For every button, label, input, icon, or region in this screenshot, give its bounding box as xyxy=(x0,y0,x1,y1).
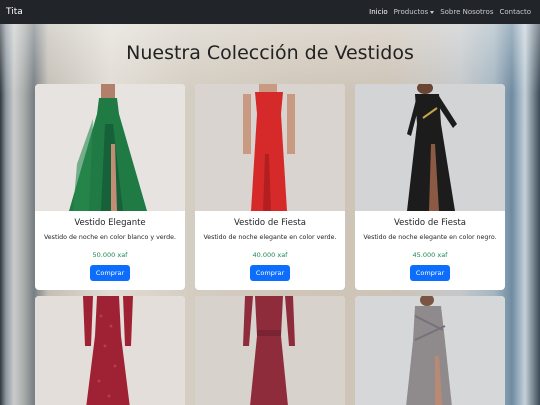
brand-logo[interactable]: Tita xyxy=(6,7,23,17)
product-price: 40.000 xaf xyxy=(252,251,288,259)
product-title: Vestido de Fiesta xyxy=(394,218,466,228)
product-card xyxy=(35,296,185,405)
product-image xyxy=(355,84,505,211)
product-card xyxy=(355,296,505,405)
nav-link-inicio[interactable]: Inicio xyxy=(366,8,391,16)
product-description: Vestido de noche elegante en color verde… xyxy=(203,234,337,241)
card-body: Vestido de Fiesta Vestido de noche elega… xyxy=(195,211,345,290)
caret-down-icon xyxy=(430,10,435,14)
nav-link-productos-label: Productos xyxy=(393,8,429,16)
product-card: Vestido de Fiesta Vestido de noche elega… xyxy=(195,84,345,290)
product-image xyxy=(195,296,345,405)
product-title: Vestido Elegante xyxy=(74,218,146,228)
navbar: Tita Inicio Productos Sobre Nosotros Con… xyxy=(0,0,540,24)
page-title: Nuestra Colección de Vestidos xyxy=(126,42,414,64)
nav-link-productos[interactable]: Productos xyxy=(391,8,438,16)
buy-button[interactable]: Comprar xyxy=(89,265,131,281)
product-description: Vestido de noche en color blanco y verde… xyxy=(43,234,177,241)
nav-link-contacto[interactable]: Contacto xyxy=(496,8,534,16)
product-image xyxy=(355,296,505,405)
product-description: Vestido de noche elegante en color negro… xyxy=(363,234,497,241)
product-card: Vestido Elegante Vestido de noche en col… xyxy=(35,84,185,290)
product-image xyxy=(35,84,185,211)
product-price: 50.000 xaf xyxy=(92,251,128,259)
nav-link-sobre-nosotros[interactable]: Sobre Nosotros xyxy=(437,8,496,16)
card-body: Vestido de Fiesta Vestido de noche elega… xyxy=(355,211,505,290)
nav-links: Inicio Productos Sobre Nosotros Contacto xyxy=(366,8,534,16)
buy-button[interactable]: Comprar xyxy=(409,265,451,281)
product-card xyxy=(195,296,345,405)
product-card: Vestido de Fiesta Vestido de noche elega… xyxy=(355,84,505,290)
product-title: Vestido de Fiesta xyxy=(234,218,306,228)
card-body: Vestido Elegante Vestido de noche en col… xyxy=(35,211,185,290)
product-price: 45.000 xaf xyxy=(412,251,448,259)
buy-button[interactable]: Comprar xyxy=(249,265,291,281)
product-image xyxy=(35,296,185,405)
product-image xyxy=(195,84,345,211)
